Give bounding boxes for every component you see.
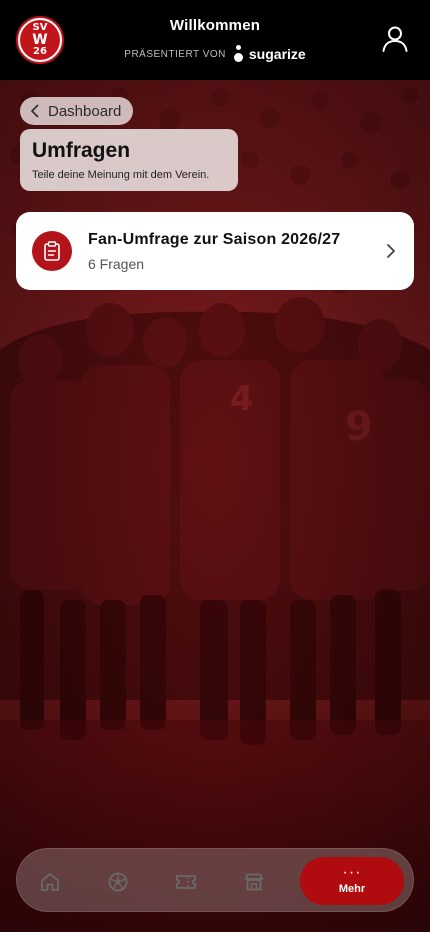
clipboard-icon <box>44 241 60 261</box>
sponsor-mark-icon <box>232 44 246 64</box>
nav-more-label: Mehr <box>338 882 366 895</box>
bottom-navigation: ··· Mehr <box>16 848 414 912</box>
page-title: Umfragen <box>32 139 131 162</box>
profile-button[interactable] <box>380 24 410 54</box>
welcome-title: Willkommen <box>169 17 261 34</box>
more-dots-icon: ··· <box>342 863 362 881</box>
nav-item-more[interactable]: ··· Mehr <box>300 857 404 905</box>
app-header: SV W 26 Willkommen PRÄSENTIERT VON sugar… <box>0 0 430 80</box>
sponsor-name: sugarize <box>248 46 306 62</box>
survey-icon-badge <box>32 231 72 271</box>
presented-by-label: PRÄSENTIERT VON <box>124 48 226 60</box>
home-icon <box>41 873 59 891</box>
store-icon <box>245 873 263 891</box>
back-to-dashboard-button[interactable]: Dashboard <box>20 97 133 125</box>
nav-item-matches[interactable] <box>103 867 133 897</box>
nav-item-tickets[interactable] <box>171 867 201 897</box>
nav-item-home[interactable] <box>35 867 65 897</box>
ticket-icon <box>176 875 196 889</box>
page-subtitle: Teile deine Meinung mit dem Verein. <box>32 169 210 181</box>
user-icon <box>382 26 408 52</box>
survey-question-count: 6 Fragen <box>88 255 145 272</box>
sponsor-line: PRÄSENTIERT VON sugarize <box>0 44 430 64</box>
nav-item-shop[interactable] <box>239 867 269 897</box>
sponsor-logo: sugarize <box>232 44 306 64</box>
back-label: Dashboard <box>48 102 122 120</box>
chevron-right-icon <box>387 244 395 258</box>
soccer-ball-icon <box>108 872 128 892</box>
page-header-card: Umfragen Teile deine Meinung mit dem Ver… <box>20 129 238 191</box>
survey-card[interactable]: Fan-Umfrage zur Saison 2026/27 6 Fragen <box>16 212 414 290</box>
survey-text: Fan-Umfrage zur Saison 2026/27 6 Fragen <box>88 231 386 272</box>
survey-title: Fan-Umfrage zur Saison 2026/27 <box>88 230 341 248</box>
background-image: 9 4 <box>0 80 430 932</box>
chevron-left-icon <box>31 104 39 118</box>
